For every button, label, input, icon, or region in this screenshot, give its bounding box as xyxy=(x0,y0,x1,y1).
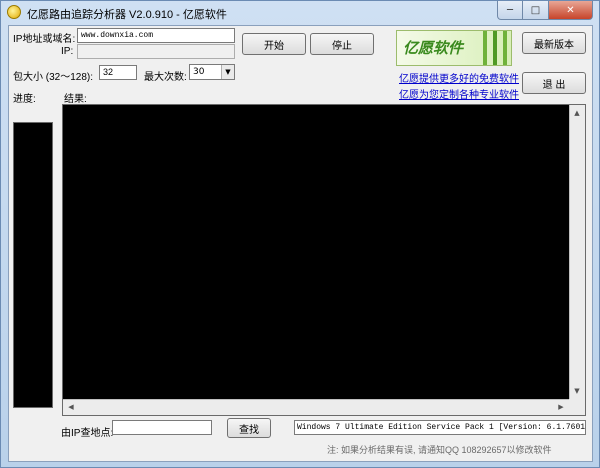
bamboo-stalk-icon xyxy=(483,31,487,65)
ip-domain-label: IP地址或域名: xyxy=(13,34,76,45)
free-software-link[interactable]: 亿愿提供更多好的免费软件 xyxy=(399,70,519,85)
vertical-scrollbar[interactable]: ▲ ▼ xyxy=(569,105,585,399)
ip-lookup-input[interactable] xyxy=(112,420,212,435)
max-count-value: 30 xyxy=(193,67,205,77)
minimize-button[interactable]: ─ xyxy=(497,1,523,20)
ip-result-label: IP: xyxy=(61,46,74,57)
lookup-button[interactable]: 查找 xyxy=(227,418,271,438)
bamboo-stalk-icon xyxy=(493,31,497,65)
close-button[interactable]: ✕ xyxy=(549,1,593,20)
footnote-text: 注: 如果分析结果有误, 请通知QQ 108292657以修改软件 xyxy=(327,445,552,455)
progress-label: 进度: xyxy=(13,94,36,105)
exit-button[interactable]: 退 出 xyxy=(522,72,586,94)
packet-size-label: 包大小 (32～128): xyxy=(13,72,94,83)
bamboo-stalk-icon xyxy=(503,31,507,65)
scroll-up-icon[interactable]: ▲ xyxy=(570,106,584,120)
horizontal-scrollbar[interactable]: ◀ ▶ xyxy=(63,399,569,415)
results-panel[interactable]: ▲ ▼ ◀ ▶ xyxy=(62,104,586,416)
window-title: 亿愿路由追踪分析器 V2.0.910 - 亿愿软件 xyxy=(27,9,227,21)
progress-panel xyxy=(13,122,53,408)
scroll-left-icon[interactable]: ◀ xyxy=(64,400,78,414)
dropdown-arrow-icon: ▼ xyxy=(221,65,234,79)
maximize-button[interactable]: □ xyxy=(523,1,549,20)
custom-software-link[interactable]: 亿愿为您定制各种专业软件 xyxy=(399,86,519,101)
window-controls: ─ □ ✕ xyxy=(497,1,593,20)
ip-lookup-label: 由IP查地点: xyxy=(61,428,114,439)
banner-logo-text: 亿愿软件 xyxy=(403,39,464,57)
scroll-right-icon[interactable]: ▶ xyxy=(554,400,568,414)
ip-domain-input[interactable]: www.downxia.com xyxy=(77,28,235,43)
title-bar: 亿愿路由追踪分析器 V2.0.910 - 亿愿软件 ─ □ ✕ xyxy=(1,1,599,25)
stop-button[interactable]: 停止 xyxy=(310,33,374,55)
main-panel: IP地址或域名: www.downxia.com IP: 包大小 (32～128… xyxy=(8,25,593,462)
scroll-corner xyxy=(569,399,585,415)
ip-result-field xyxy=(77,44,235,59)
os-info-field: Windows 7 Ultimate Edition Service Pack … xyxy=(294,420,586,435)
latest-version-button[interactable]: 最新版本 xyxy=(522,32,586,54)
app-logo-icon xyxy=(7,5,21,19)
start-button[interactable]: 开始 xyxy=(242,33,306,55)
results-label: 结果: xyxy=(64,94,87,105)
app-window: 亿愿路由追踪分析器 V2.0.910 - 亿愿软件 ─ □ ✕ IP地址或域名:… xyxy=(0,0,600,468)
packet-size-input[interactable]: 32 xyxy=(99,65,137,80)
max-count-label: 最大次数: xyxy=(144,72,187,83)
scroll-down-icon[interactable]: ▼ xyxy=(570,384,584,398)
brand-banner[interactable]: 亿愿软件 xyxy=(396,30,512,66)
max-count-select[interactable]: 30 ▼ xyxy=(189,64,235,80)
